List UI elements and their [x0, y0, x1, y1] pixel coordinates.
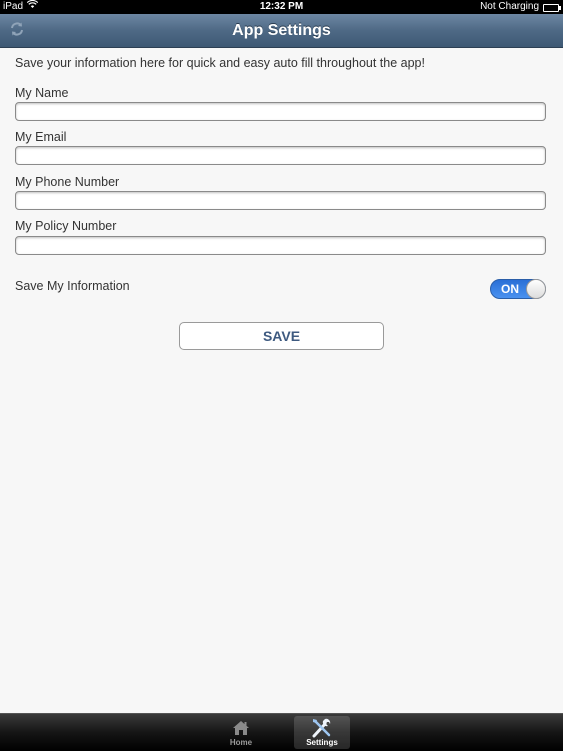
page-title: App Settings	[232, 22, 331, 39]
save-info-label: Save My Information	[15, 279, 130, 293]
tools-icon	[311, 718, 333, 738]
save-button[interactable]: SAVE	[179, 322, 384, 350]
tab-settings[interactable]: Settings	[294, 716, 350, 749]
intro-text: Save your information here for quick and…	[15, 56, 425, 70]
phone-label: My Phone Number	[15, 175, 120, 189]
charging-status: Not Charging	[480, 1, 539, 12]
toggle-on-text: ON	[501, 282, 519, 296]
tab-home-label: Home	[229, 738, 253, 747]
name-label: My Name	[15, 86, 69, 100]
tab-settings-label: Settings	[306, 738, 338, 747]
navigation-bar: App Settings	[0, 14, 563, 48]
save-info-toggle[interactable]: ON	[490, 279, 546, 299]
tab-bar: Home Settings	[0, 713, 563, 751]
email-label: My Email	[15, 130, 67, 144]
toggle-knob[interactable]	[526, 279, 546, 299]
status-right: Not Charging	[480, 0, 561, 14]
tab-home[interactable]: Home	[213, 716, 269, 749]
home-icon	[232, 718, 250, 738]
phone-field[interactable]	[15, 191, 546, 210]
status-time: 12:32 PM	[259, 1, 304, 12]
battery-icon	[543, 3, 561, 12]
email-field[interactable]	[15, 146, 546, 165]
status-bar: iPad 12:32 PM Not Charging	[0, 0, 563, 14]
name-field[interactable]	[15, 102, 546, 121]
policy-label: My Policy Number	[15, 219, 117, 233]
policy-field[interactable]	[15, 236, 546, 255]
